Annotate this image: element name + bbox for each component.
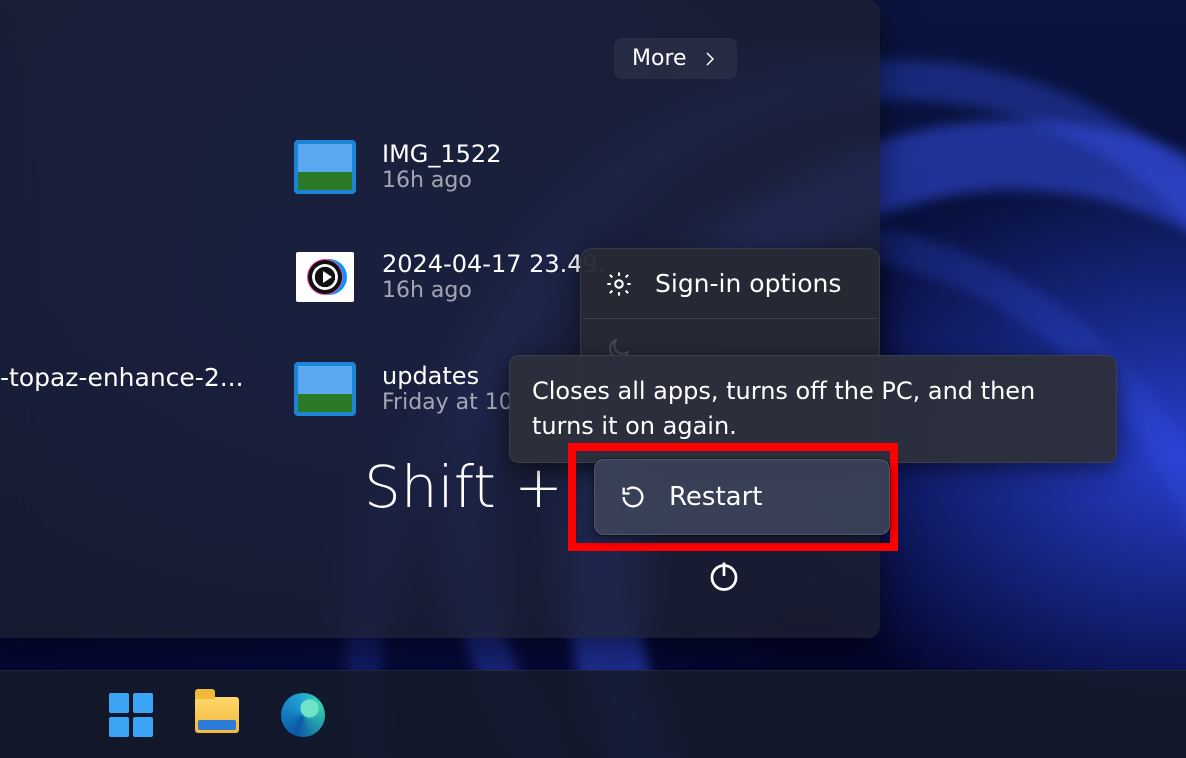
chevron-right-icon	[701, 50, 719, 68]
restart-label: Restart	[669, 482, 762, 512]
recommended-title: updates	[382, 362, 513, 390]
photo-thumbnail-icon	[296, 142, 354, 192]
start-button[interactable]	[108, 692, 154, 738]
recommended-item[interactable]: updates Friday at 10	[296, 362, 513, 415]
signin-options-item[interactable]: Sign-in options	[581, 249, 879, 318]
edge-browser-button[interactable]	[280, 692, 326, 738]
restart-item[interactable]: Restart	[594, 459, 890, 535]
power-icon[interactable]	[706, 558, 742, 594]
recommended-subtitle: 16h ago	[382, 168, 501, 193]
recommended-title: 2024-04-17 23.49.	[382, 250, 605, 278]
shift-plus-overlay-text: Shift +	[364, 453, 563, 521]
edge-icon	[281, 693, 325, 737]
windows-logo-icon	[109, 693, 153, 737]
recommended-item[interactable]: IMG_1522 16h ago	[296, 140, 501, 193]
photo-thumbnail-icon	[296, 364, 354, 414]
more-label: More	[632, 46, 687, 71]
tooltip-text: Closes all apps, turns off the PC, and t…	[532, 377, 1035, 440]
folder-icon	[195, 697, 239, 733]
more-button[interactable]: More	[614, 38, 737, 79]
restart-icon	[619, 483, 647, 511]
file-explorer-button[interactable]	[194, 692, 240, 738]
taskbar	[0, 670, 1186, 758]
signin-options-label: Sign-in options	[655, 269, 841, 298]
gear-icon	[605, 270, 633, 298]
video-thumbnail-icon	[296, 252, 354, 302]
recommended-subtitle: 16h ago	[382, 278, 605, 303]
recommended-subtitle: Friday at 10	[382, 390, 513, 415]
recommended-title-truncated[interactable]: -topaz-enhance-2...	[0, 363, 244, 392]
recommended-title: IMG_1522	[382, 140, 501, 168]
recommended-item[interactable]: 2024-04-17 23.49. 16h ago	[296, 250, 605, 303]
restart-annotation-box: Restart	[568, 443, 898, 551]
